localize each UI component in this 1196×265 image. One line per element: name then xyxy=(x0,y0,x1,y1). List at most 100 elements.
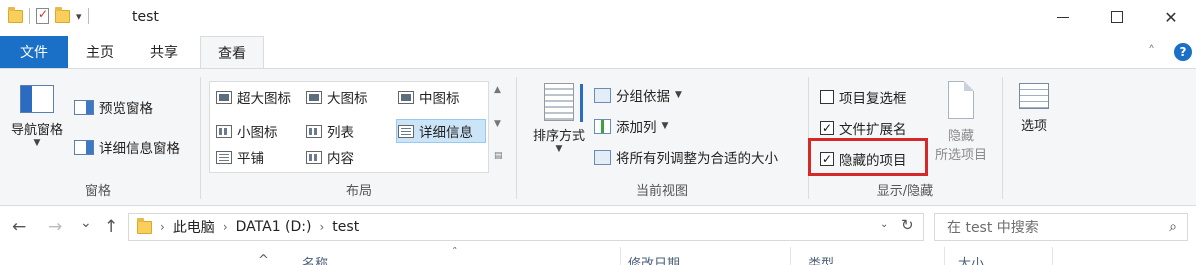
layout-option-details[interactable]: 详细信息 xyxy=(398,121,473,141)
breadcrumb-data1[interactable]: DATA1 (D:) xyxy=(236,219,312,235)
close-button[interactable]: ✕ xyxy=(1148,0,1194,34)
options-button[interactable]: 选项 xyxy=(1010,83,1058,134)
group-label-layout: 布局 xyxy=(345,184,372,199)
divider xyxy=(1002,77,1003,199)
divider xyxy=(790,247,791,265)
layout-option-label: 内容 xyxy=(327,151,354,167)
group-label-panes: 窗格 xyxy=(84,184,111,199)
chevron-down-icon: ▼ xyxy=(661,121,669,131)
file-extensions-label: 文件扩展名 xyxy=(839,122,907,138)
add-columns-button[interactable]: 添加列 ▼ xyxy=(594,116,668,136)
list-icon xyxy=(306,124,322,138)
chevron-down-icon: ▼ xyxy=(33,138,41,148)
properties-icon[interactable] xyxy=(36,7,49,24)
column-header-size[interactable]: 大小 xyxy=(958,253,984,265)
details-pane-icon xyxy=(74,139,94,155)
navigation-pane-button[interactable]: 导航窗格 ▼ xyxy=(6,85,68,148)
divider xyxy=(516,77,517,199)
expand-gallery-icon[interactable]: ▤ xyxy=(494,151,503,161)
column-header-name[interactable]: 名称 xyxy=(302,253,328,265)
recent-locations-button[interactable]: ⌄ xyxy=(80,215,92,231)
scroll-up-icon[interactable]: ▲ xyxy=(494,85,501,95)
close-icon: ✕ xyxy=(1164,7,1178,27)
file-extensions-toggle[interactable]: ✓ 文件扩展名 xyxy=(820,118,907,138)
layout-option-label: 详细信息 xyxy=(419,125,473,141)
column-header-type[interactable]: 类型 xyxy=(808,253,834,265)
layout-gallery-scroll[interactable]: ▲ ▼ ▤ xyxy=(488,81,507,173)
size-all-columns-label: 将所有列调整为合适的大小 xyxy=(616,151,778,167)
breadcrumb-this-pc[interactable]: 此电脑 xyxy=(173,217,215,237)
add-columns-icon xyxy=(594,118,611,134)
preview-pane-icon xyxy=(74,99,94,115)
column-checkbox-area[interactable]: ^ xyxy=(258,253,269,265)
group-by-label: 分组依据 xyxy=(616,89,670,105)
layout-option-extra-large-icons[interactable]: 超大图标 xyxy=(216,87,291,107)
layout-option-medium-icons[interactable]: 中图标 xyxy=(398,87,460,107)
preview-pane-button[interactable]: 预览窗格 xyxy=(74,97,153,117)
address-row: ← → ⌄ ↑ › 此电脑 › DATA1 (D:) › test ⌄ ↻ 在 … xyxy=(0,207,1196,247)
back-button[interactable]: ← xyxy=(12,217,26,237)
layout-option-small-icons[interactable]: 小图标 xyxy=(216,121,278,141)
forward-button[interactable]: → xyxy=(48,217,62,237)
divider xyxy=(200,77,201,199)
address-bar[interactable]: › 此电脑 › DATA1 (D:) › test xyxy=(128,213,924,241)
divider xyxy=(29,8,30,24)
file-extensions-checkbox[interactable]: ✓ xyxy=(820,121,834,135)
up-button[interactable]: ↑ xyxy=(104,217,118,237)
layout-option-label: 超大图标 xyxy=(237,91,291,107)
layout-gallery: 超大图标 大图标 中图标 小图标 列表 详细信息 平铺 内容 xyxy=(209,81,507,173)
search-placeholder: 在 test 中搜索 xyxy=(947,220,1039,236)
layout-option-tiles[interactable]: 平铺 xyxy=(216,147,264,167)
details-pane-label: 详细信息窗格 xyxy=(99,141,180,157)
layout-option-large-icons[interactable]: 大图标 xyxy=(306,87,368,107)
options-label: 选项 xyxy=(1020,119,1047,134)
address-dropdown-button[interactable]: ⌄ xyxy=(880,219,888,230)
chevron-down-icon: ▼ xyxy=(675,90,682,100)
ribbon: 导航窗格 ▼ 预览窗格 详细信息窗格 窗格 布局 超大图标 大图标 中图标 小图… xyxy=(0,68,1196,206)
preview-pane-label: 预览窗格 xyxy=(99,101,153,117)
quick-access-toolbar: ▾ xyxy=(8,6,89,24)
column-header-date[interactable]: 修改日期 xyxy=(628,253,680,265)
folder-icon xyxy=(8,6,23,23)
layout-option-label: 平铺 xyxy=(237,151,264,167)
panes-group: 导航窗格 ▼ 预览窗格 详细信息窗格 窗格 xyxy=(0,69,196,205)
group-by-button[interactable]: 分组依据 ▼ xyxy=(594,85,682,105)
item-checkboxes-label: 项目复选框 xyxy=(839,91,907,107)
add-columns-label: 添加列 xyxy=(616,120,657,136)
window-title: test xyxy=(132,9,159,25)
minimize-icon xyxy=(1057,16,1069,18)
item-checkboxes-toggle[interactable]: 项目复选框 xyxy=(820,87,907,107)
breadcrumb-separator[interactable]: › xyxy=(160,220,165,234)
divider xyxy=(944,247,945,265)
scroll-down-icon[interactable]: ▼ xyxy=(494,119,501,129)
minimize-button[interactable] xyxy=(1040,0,1086,34)
breadcrumb-separator[interactable]: › xyxy=(223,220,228,234)
chevron-down-icon: ▼ xyxy=(555,144,563,154)
search-input[interactable]: 在 test 中搜索 ⌕ xyxy=(934,213,1188,241)
breadcrumb-separator[interactable]: › xyxy=(319,220,324,234)
size-all-columns-button[interactable]: 将所有列调整为合适的大小 xyxy=(594,147,778,167)
options-icon xyxy=(1019,83,1049,109)
help-icon[interactable]: ? xyxy=(1174,43,1192,61)
details-pane-button[interactable]: 详细信息窗格 xyxy=(74,137,180,157)
tab-home[interactable]: 主页 xyxy=(72,36,128,68)
current-view-group: 排序方式 ▼ 分组依据 ▼ 添加列 ▼ 将所有列调整为合适的大小 当前视图 xyxy=(518,69,806,205)
breadcrumb-test[interactable]: test xyxy=(332,219,359,235)
new-folder-icon[interactable] xyxy=(55,6,70,23)
layout-option-content[interactable]: 内容 xyxy=(306,147,354,167)
tab-view[interactable]: 查看 xyxy=(200,36,264,69)
maximize-button[interactable] xyxy=(1094,0,1140,34)
item-checkboxes-checkbox[interactable] xyxy=(820,90,834,104)
hide-selected-items-button[interactable]: 隐藏 所选项目 xyxy=(928,81,994,163)
search-icon[interactable]: ⌕ xyxy=(1169,219,1177,235)
tab-file[interactable]: 文件 xyxy=(0,36,68,68)
ribbon-tabs: 文件 主页 共享 查看 xyxy=(0,36,1196,69)
customize-qat-button[interactable]: ▾ xyxy=(76,10,82,23)
collapse-ribbon-icon[interactable]: ˄ xyxy=(1148,44,1155,60)
hide-selected-label-2: 所选项目 xyxy=(934,148,987,163)
refresh-button[interactable]: ↻ xyxy=(901,216,914,234)
layout-option-list[interactable]: 列表 xyxy=(306,121,354,141)
layout-option-label: 大图标 xyxy=(327,91,368,107)
tab-share[interactable]: 共享 xyxy=(136,36,192,68)
sort-by-button[interactable]: 排序方式 ▼ xyxy=(524,83,594,154)
